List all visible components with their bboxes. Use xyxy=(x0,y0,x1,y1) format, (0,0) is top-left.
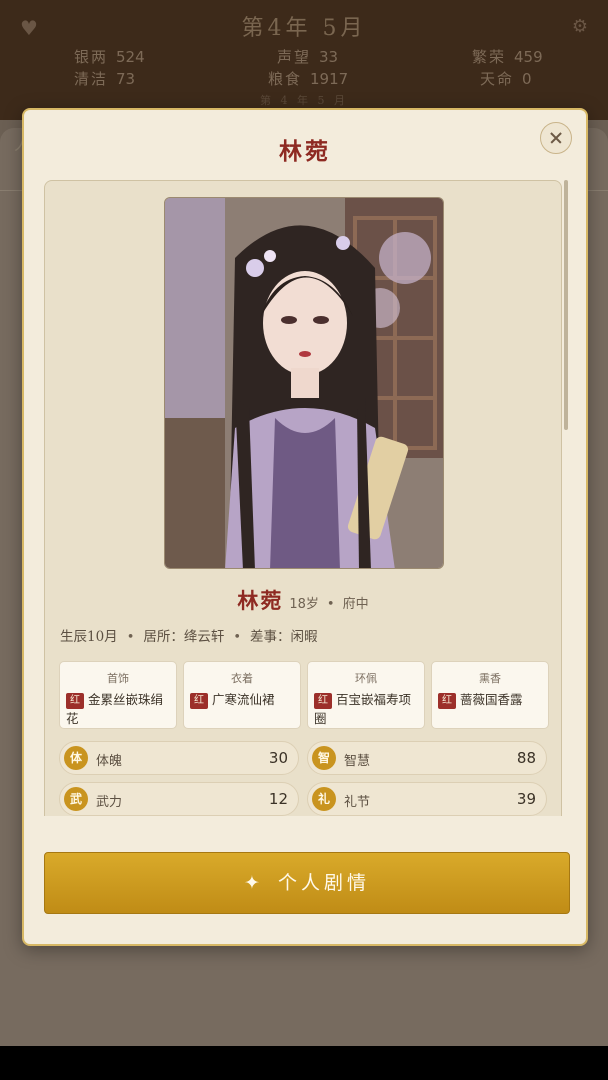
attribute-label: 体魄 xyxy=(96,754,123,769)
stat-grain: 粮食 1917 xyxy=(268,68,348,89)
equip-slot-label: 衣着 xyxy=(231,672,253,685)
character-info-row: 生辰10月 • 居所：绛云轩 • 差事：闲暇 xyxy=(60,625,553,645)
character-name: 林菀 xyxy=(237,588,284,613)
character-modal: 林菀 林菀 18岁 • 府中 生辰10月 • 居所：绛云轩 • 差事：闲暇 首饰… xyxy=(22,108,588,946)
separator-dot: • xyxy=(326,597,335,612)
date-display: 第4年 5月 xyxy=(241,16,367,41)
attribute-martial: 武 武力 12 xyxy=(59,782,299,816)
attribute-label: 礼节 xyxy=(344,795,371,810)
separator-dot: • xyxy=(233,630,242,645)
stat-label: 银两 xyxy=(74,48,109,66)
equip-slot-incense[interactable]: 熏香 红蔷薇国香露 xyxy=(431,661,549,729)
stat-value: 524 xyxy=(116,48,145,66)
modal-title: 林菀 xyxy=(279,138,331,165)
character-name-row: 林菀 18岁 • 府中 xyxy=(45,585,561,615)
grade-badge: 红 xyxy=(190,693,208,709)
stat-label: 粮食 xyxy=(268,70,303,88)
stat-cleanliness: 清洁 73 xyxy=(74,68,135,89)
attribute-value: 12 xyxy=(268,790,288,808)
equip-item-name: 蔷薇国香露 xyxy=(460,692,523,707)
stat-label: 声望 xyxy=(277,48,312,66)
stat-value: 0 xyxy=(522,70,532,88)
stat-value: 73 xyxy=(116,70,136,88)
equip-slot-clothing[interactable]: 衣着 红广寒流仙裙 xyxy=(183,661,301,729)
duty: 差事：闲暇 xyxy=(250,629,318,645)
close-button[interactable] xyxy=(540,122,572,154)
stat-label: 天命 xyxy=(480,70,515,88)
wisdom-icon: 智 xyxy=(312,746,336,770)
attribute-label: 武力 xyxy=(96,795,123,810)
stat-value: 1917 xyxy=(310,70,349,88)
attribute-physique: 体 体魄 30 xyxy=(59,741,299,775)
stat-label: 清洁 xyxy=(74,70,109,88)
stat-value: 33 xyxy=(319,48,339,66)
separator-dot: • xyxy=(126,630,135,645)
scrollbar[interactable] xyxy=(564,180,568,430)
attribute-label: 智慧 xyxy=(344,754,371,769)
equip-slot-label: 熏香 xyxy=(479,672,501,685)
equip-slot-jewelry[interactable]: 首饰 红金累丝嵌珠绢花 xyxy=(59,661,177,729)
stat-label: 繁荣 xyxy=(472,48,507,66)
character-detail-panel[interactable]: 林菀 18岁 • 府中 生辰10月 • 居所：绛云轩 • 差事：闲暇 首饰 红金累丝嵌珠绢花 … xyxy=(44,180,562,816)
residence: 居所：绛云轩 xyxy=(143,629,225,645)
sub-date: 第 4 年 5 月 xyxy=(260,94,348,107)
gear-icon[interactable]: ⚙ xyxy=(572,16,588,37)
equip-slot-label: 首饰 xyxy=(107,672,129,685)
attribute-wisdom: 智 智慧 88 xyxy=(307,741,547,775)
grade-badge: 红 xyxy=(314,693,332,709)
portrait-illustration xyxy=(165,198,443,568)
stat-prosperity: 繁荣 459 xyxy=(472,46,543,67)
equip-slot-label: 环佩 xyxy=(355,672,377,685)
personal-story-button[interactable]: ✦ 个人剧情 xyxy=(44,852,570,914)
stat-destiny: 天命 0 xyxy=(480,68,532,89)
stat-value: 459 xyxy=(514,48,543,66)
equip-item-name: 广寒流仙裙 xyxy=(212,692,275,707)
character-portrait xyxy=(164,197,444,569)
stat-reputation: 声望 33 xyxy=(277,46,338,67)
attribute-value: 39 xyxy=(516,790,536,808)
top-status-bar: ♥ 第4年 5月 ⚙ 银两 524 声望 33 繁荣 459 清洁 73 粮食 1917 … xyxy=(0,0,608,120)
attribute-value: 30 xyxy=(268,749,288,767)
physique-icon: 体 xyxy=(64,746,88,770)
stat-silver: 银两 524 xyxy=(74,46,145,67)
attribute-etiquette: 礼 礼节 39 xyxy=(307,782,547,816)
personal-story-label: 个人剧情 xyxy=(277,872,370,894)
character-age: 18岁 xyxy=(289,597,319,612)
martial-icon: 武 xyxy=(64,787,88,811)
attribute-value: 88 xyxy=(516,749,536,767)
sparkle-icon: ✦ xyxy=(244,872,264,894)
character-location: 府中 xyxy=(342,597,369,612)
grade-badge: 红 xyxy=(438,693,456,709)
equip-slot-pendant[interactable]: 环佩 红百宝嵌福寿项圈 xyxy=(307,661,425,729)
etiquette-icon: 礼 xyxy=(312,787,336,811)
grade-badge: 红 xyxy=(66,693,84,709)
birth-month: 生辰10月 xyxy=(60,629,118,645)
